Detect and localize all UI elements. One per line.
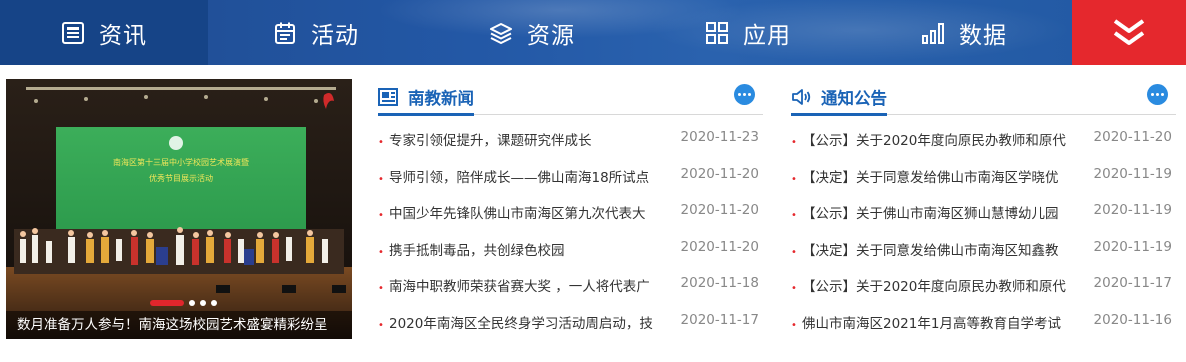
banner-line-2: 优秀节目展示活动 (149, 173, 213, 183)
list-item[interactable]: • 中国少年先锋队佛山市南海区第九次代表大 2020-11-20 (378, 202, 763, 239)
slide-dot-active[interactable] (150, 300, 184, 306)
list-item-date: 2020-11-20 (1093, 129, 1172, 145)
notice-panel-title-text: 通知公告 (821, 89, 887, 108)
list-item[interactable]: • 携手抵制毒品，共创绿色校园 2020-11-20 (378, 239, 763, 276)
notice-panel: 通知公告 • 【公示】关于2020年度向原民办教师和原代 2020-11-20 • 【… (791, 79, 1176, 349)
nav-item-apps[interactable]: 应用 (640, 0, 856, 65)
list-item-title[interactable]: 【公示】关于2020年度向原民办教师和原代 (802, 275, 1092, 295)
list-item-title[interactable]: 导师引领，陪伴成长——佛山南海18所试点 (389, 166, 679, 186)
top-nav: 资讯 活动 资源 应用 数据 (0, 0, 1186, 65)
list-item-title[interactable]: 【公示】关于佛山市南海区狮山慧博幼儿园 (802, 202, 1092, 222)
nav-item-activity[interactable]: 活动 (208, 0, 424, 65)
list-item[interactable]: • 佛山市南海区2021年1月高等教育自学考试 2020-11-16 (791, 312, 1176, 349)
list-item-title[interactable]: 佛山市南海区2021年1月高等教育自学考试 (802, 312, 1092, 332)
list-item-title[interactable]: 南海中职教师荣获省赛大奖 ，一人将代表广 (389, 275, 679, 295)
list-item-date: 2020-11-20 (680, 238, 759, 255)
list-item-date: 2020-11-19 (1093, 202, 1172, 218)
bullet-dot: • (791, 210, 797, 221)
nav-item-label: 资讯 (99, 22, 147, 49)
list-item-title[interactable]: 【决定】关于同意发给佛山市南海区知鑫教 (802, 239, 1092, 259)
calendar-icon (275, 22, 295, 44)
nav-item-label: 数据 (959, 22, 1007, 49)
slide-dot[interactable] (189, 300, 195, 306)
panel-underline (791, 113, 887, 116)
list-item-date: 2020-11-20 (680, 165, 759, 182)
bullet-dot: • (378, 210, 384, 221)
list-item[interactable]: • 【公示】关于2020年度向原民办教师和原代 2020-11-20 (791, 129, 1176, 166)
list-item[interactable]: • 【公示】关于2020年度向原民办教师和原代 2020-11-17 (791, 275, 1176, 312)
list-item-title[interactable]: 【公示】关于2020年度向原民办教师和原代 (802, 129, 1092, 149)
more-dot (1156, 93, 1159, 96)
speaker-icon (792, 89, 811, 105)
slide-caption[interactable]: 数月准备万人参与！南海这场校园艺术盛宴精彩纷呈 (6, 311, 352, 339)
list-item[interactable]: • 南海中职教师荣获省赛大奖 ，一人将代表广 2020-11-18 (378, 275, 763, 312)
notice-panel-title[interactable]: 通知公告 (791, 85, 887, 109)
bullet-dot: • (791, 283, 797, 294)
slide-dot[interactable] (200, 300, 206, 306)
list-item[interactable]: • 【决定】关于同意发给佛山市南海区学晓优 2020-11-19 (791, 166, 1176, 203)
list-item-date: 2020-11-20 (680, 202, 759, 218)
nav-item-news[interactable]: 资讯 (0, 0, 208, 65)
news-slideshow[interactable]: 南海区第十三届中小学校园艺术展演暨 优秀节目展示活动 数月准备万人参与！南海这场… (6, 79, 352, 339)
nav-item-label: 活动 (311, 22, 359, 49)
list-item[interactable]: • 导师引领，陪伴成长——佛山南海18所试点 2020-11-20 (378, 166, 763, 203)
slide-dot[interactable] (211, 300, 217, 306)
bullet-dot: • (378, 173, 384, 185)
list-item-date: 2020-11-23 (680, 129, 759, 145)
news-panel-header: 南教新闻 (378, 79, 763, 116)
list-item[interactable]: • 2020年南海区全民终身学习活动周启动，技 2020-11-17 (378, 312, 763, 349)
list-item[interactable]: • 专家引领促提升，课题研究伴成长 2020-11-23 (378, 129, 763, 166)
list-item-date: 2020-11-18 (680, 275, 759, 291)
list-item[interactable]: • 【决定】关于同意发给佛山市南海区知鑫教 2020-11-19 (791, 239, 1176, 276)
list-item-date: 2020-11-19 (1093, 165, 1172, 182)
list-item-date: 2020-11-17 (680, 311, 759, 328)
news-list: • 专家引领促提升，课题研究伴成长 2020-11-23 • 导师引领，陪伴成长——佛… (378, 129, 763, 348)
nav-item-label: 资源 (527, 22, 575, 49)
panel-underline (378, 113, 474, 116)
more-dot (738, 93, 741, 96)
banner-line-1: 南海区第十三届中小学校园艺术展演暨 (113, 157, 249, 167)
news-panel: 南教新闻 • 专家引领促提升，课题研究伴成长 2020-11-23 • 导师引领，陪伴… (378, 79, 763, 349)
bullet-dot: • (378, 319, 384, 331)
nav-item-data[interactable]: 数据 (856, 0, 1072, 65)
slide-pagination (150, 300, 222, 306)
news-panel-title-text: 南教新闻 (408, 89, 474, 108)
list-item-date: 2020-11-16 (1093, 311, 1172, 328)
nav-item-label: 应用 (743, 22, 791, 49)
news-more-button[interactable] (734, 84, 755, 105)
newspaper-icon (378, 88, 398, 106)
bullet-dot: • (378, 246, 384, 258)
notice-list: • 【公示】关于2020年度向原民办教师和原代 2020-11-20 • 【决定】关于… (791, 129, 1176, 348)
more-dot (748, 93, 751, 96)
bullet-dot: • (791, 137, 797, 148)
news-panel-title[interactable]: 南教新闻 (378, 85, 474, 109)
grid-icon (706, 21, 728, 44)
bullet-dot: • (378, 283, 384, 294)
list-item-date: 2020-11-17 (1093, 275, 1172, 291)
double-chevron-down-icon (1113, 18, 1145, 45)
notice-more-button[interactable] (1147, 84, 1168, 105)
list-item-title[interactable]: 携手抵制毒品，共创绿色校园 (389, 239, 679, 259)
list-item[interactable]: • 【公示】关于佛山市南海区狮山慧博幼儿园 2020-11-19 (791, 202, 1176, 239)
news-icon (62, 21, 84, 44)
list-item-title[interactable]: 【决定】关于同意发给佛山市南海区学晓优 (802, 166, 1092, 186)
list-item-title[interactable]: 2020年南海区全民终身学习活动周启动，技 (389, 312, 679, 332)
bullet-dot: • (791, 319, 797, 331)
nav-item-resources[interactable]: 资源 (424, 0, 640, 65)
expand-menu-button[interactable] (1072, 0, 1186, 65)
more-dot (1161, 93, 1164, 96)
more-dot (743, 93, 746, 96)
bullet-dot: • (791, 173, 797, 185)
list-item-date: 2020-11-19 (1093, 238, 1172, 255)
bar-chart-icon (922, 22, 944, 44)
list-item-title[interactable]: 中国少年先锋队佛山市南海区第九次代表大 (389, 202, 679, 222)
layers-icon (490, 22, 512, 44)
bullet-dot: • (378, 137, 384, 148)
list-item-title[interactable]: 专家引领促提升，课题研究伴成长 (389, 129, 679, 149)
notice-panel-header: 通知公告 (791, 79, 1176, 116)
bullet-dot: • (791, 246, 797, 258)
more-dot (1151, 93, 1154, 96)
